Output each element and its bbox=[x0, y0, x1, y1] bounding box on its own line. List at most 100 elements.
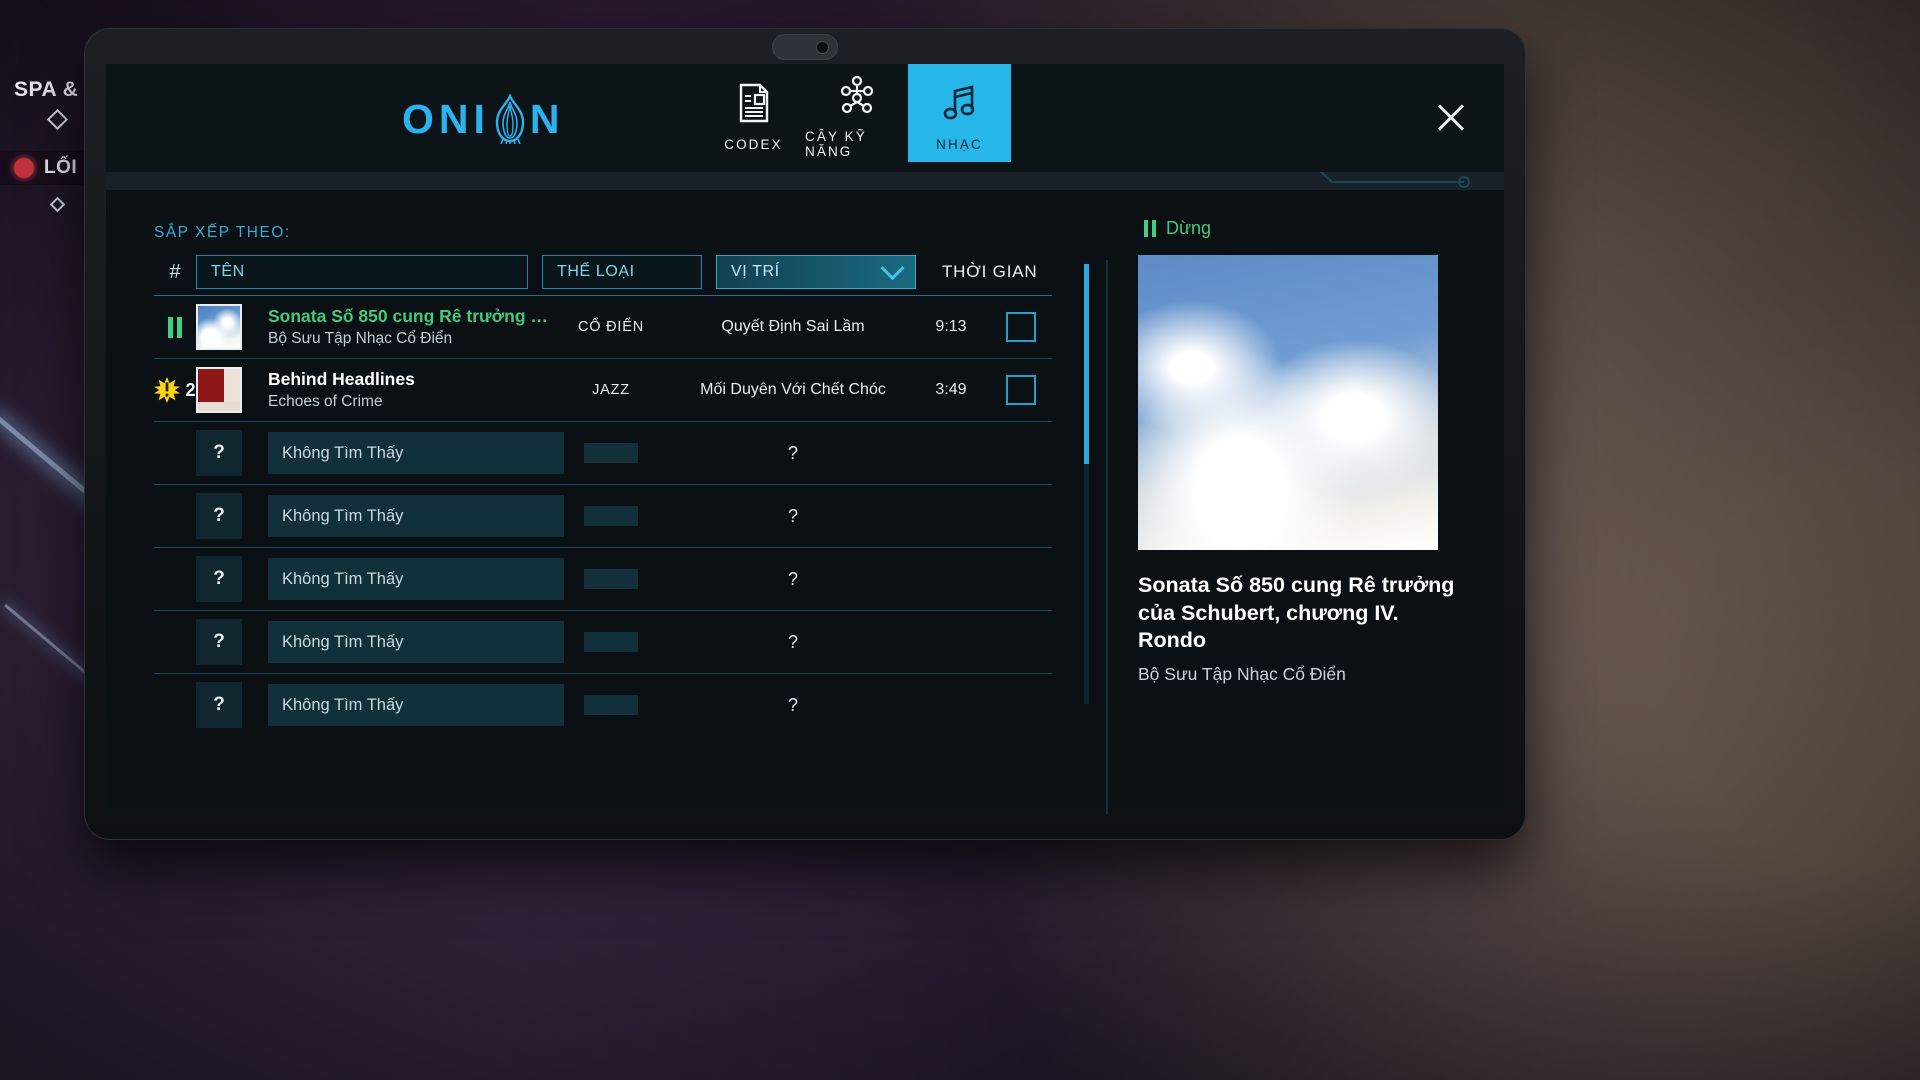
track-location-cell: Mối Duyên Với Chết Chóc bbox=[674, 381, 912, 399]
tab-music-label: NHẠC bbox=[936, 136, 983, 152]
hud-marker-icon bbox=[14, 158, 34, 178]
track-checkbox-cell bbox=[990, 312, 1052, 342]
app-body: SẮP XẾP THEO: # TÊN THỂ LOẠI VỊ TRÍ THỜI… bbox=[106, 190, 1504, 814]
track-genre: JAZZ bbox=[592, 382, 630, 398]
locked-genre-placeholder bbox=[584, 695, 638, 715]
locked-location: ? bbox=[787, 442, 798, 463]
app-header: ONI N CODEX CÂY KỸ NĂNG NHẠC bbox=[106, 64, 1504, 172]
locked-genre-placeholder bbox=[584, 632, 638, 652]
logo-text-right: N bbox=[529, 95, 565, 142]
locked-location: ? bbox=[787, 568, 798, 589]
list-item: ? Không Tìm Thấy ? bbox=[154, 610, 1052, 673]
track-title-cell: Sonata Số 850 cung Rê trưởng c... Bộ Sưu… bbox=[258, 306, 548, 348]
locked-index-cell: ? bbox=[196, 493, 258, 539]
tab-music[interactable]: NHẠC bbox=[908, 64, 1011, 162]
locked-title: Không Tìm Thấy bbox=[268, 684, 564, 726]
track-checkbox-cell bbox=[990, 375, 1052, 405]
hud-objective-label: LỐI bbox=[44, 157, 78, 178]
locked-genre-cell bbox=[548, 506, 674, 526]
sort-button-location-label: VỊ TRÍ bbox=[731, 263, 780, 280]
locked-genre-placeholder bbox=[584, 506, 638, 526]
locked-index-cell: ? bbox=[196, 619, 258, 665]
close-icon[interactable] bbox=[1434, 100, 1468, 134]
track-genre-cell: JAZZ bbox=[548, 381, 674, 399]
sort-button-genre-label: THỂ LOẠI bbox=[557, 263, 635, 280]
locked-location-cell: ? bbox=[674, 506, 912, 527]
list-item: ? Không Tìm Thấy ? bbox=[154, 547, 1052, 610]
track-state[interactable] bbox=[154, 316, 196, 338]
track-location: Mối Duyên Với Chết Chóc bbox=[700, 381, 886, 398]
locked-index-cell: ? bbox=[196, 682, 258, 728]
now-playing-cover bbox=[1138, 255, 1438, 550]
locked-index: ? bbox=[196, 619, 242, 665]
tab-skill-tree-label: CÂY KỸ NĂNG bbox=[805, 129, 867, 159]
logo-text-left: ONI bbox=[402, 95, 490, 142]
table-row[interactable]: Sonata Số 850 cung Rê trưởng c... Bộ Sưu… bbox=[154, 295, 1052, 358]
chevron-down-icon bbox=[880, 255, 905, 280]
pause-icon bbox=[168, 316, 182, 338]
list-item: ? Không Tìm Thấy ? bbox=[154, 484, 1052, 547]
track-checkbox[interactable] bbox=[1006, 312, 1036, 342]
locked-index: ? bbox=[196, 493, 242, 539]
skill-tree-icon bbox=[838, 75, 876, 120]
tab-codex[interactable]: CODEX bbox=[702, 64, 805, 162]
locked-genre-cell bbox=[548, 569, 674, 589]
track-time: 9:13 bbox=[935, 318, 967, 335]
locked-index-cell: ? bbox=[196, 430, 258, 476]
locked-index: ? bbox=[196, 556, 242, 602]
document-icon bbox=[737, 83, 771, 128]
sort-button-genre[interactable]: THỂ LOẠI bbox=[542, 255, 702, 289]
track-artist: Echoes of Crime bbox=[268, 393, 383, 410]
now-playing-title: Sonata Số 850 cung Rê trưởng của Schuber… bbox=[1138, 573, 1455, 653]
locked-genre-placeholder bbox=[584, 569, 638, 589]
locked-location: ? bbox=[787, 694, 798, 715]
locked-title-cell: Không Tìm Thấy bbox=[258, 621, 564, 663]
locked-title: Không Tìm Thấy bbox=[268, 432, 564, 474]
sort-button-name[interactable]: TÊN bbox=[196, 255, 528, 289]
locked-location: ? bbox=[787, 505, 798, 526]
tablet-device: ONI N CODEX CÂY KỸ NĂNG NHẠC SẮP XẾP THE… bbox=[84, 28, 1526, 840]
sort-button-name-label: TÊN bbox=[211, 263, 245, 280]
music-list-pane: SẮP XẾP THEO: # TÊN THỂ LOẠI VỊ TRÍ THỜI… bbox=[106, 190, 1106, 814]
track-location: Quyết Định Sai Lầm bbox=[721, 318, 865, 335]
locked-genre-cell bbox=[548, 695, 674, 715]
index-column-header: # bbox=[169, 260, 181, 283]
tab-skill-tree[interactable]: CÂY KỸ NĂNG bbox=[805, 64, 908, 162]
locked-title: Không Tìm Thấy bbox=[268, 621, 564, 663]
locked-location-cell: ? bbox=[674, 632, 912, 653]
track-list: Sonata Số 850 cung Rê trưởng c... Bộ Sưu… bbox=[154, 295, 1052, 736]
locked-location-cell: ? bbox=[674, 443, 912, 464]
locked-title-cell: Không Tìm Thấy bbox=[258, 495, 564, 537]
playback-status-text: Dừng bbox=[1166, 218, 1212, 238]
track-artwork bbox=[196, 367, 258, 413]
locked-index: ? bbox=[196, 682, 242, 728]
locked-location: ? bbox=[787, 631, 798, 652]
track-artwork bbox=[196, 304, 258, 350]
new-starburst-icon bbox=[154, 377, 181, 403]
locked-title-cell: Không Tìm Thấy bbox=[258, 684, 564, 726]
table-row[interactable]: 2 Behind Headlines Echoes of Crime JAZZ bbox=[154, 358, 1052, 421]
locked-genre-placeholder bbox=[584, 443, 638, 463]
locked-location-cell: ? bbox=[674, 569, 912, 590]
track-genre-cell: CỔ ĐIỂN bbox=[548, 318, 674, 336]
track-title-cell: Behind Headlines Echoes of Crime bbox=[258, 369, 548, 411]
tablet-screen: ONI N CODEX CÂY KỸ NĂNG NHẠC SẮP XẾP THE… bbox=[106, 64, 1504, 814]
list-item: ? Không Tìm Thấy ? bbox=[154, 673, 1052, 736]
track-time-cell: 9:13 bbox=[912, 318, 990, 336]
onion-icon bbox=[491, 92, 529, 145]
locked-genre-cell bbox=[548, 443, 674, 463]
camera-lens-icon bbox=[816, 40, 829, 54]
track-genre: CỔ ĐIỂN bbox=[577, 319, 645, 335]
album-art-red bbox=[196, 367, 242, 413]
locked-index: ? bbox=[196, 430, 242, 476]
track-checkbox[interactable] bbox=[1006, 375, 1036, 405]
app-logo: ONI N bbox=[402, 92, 565, 145]
list-item: ? Không Tìm Thấy ? bbox=[154, 421, 1052, 484]
locked-title: Không Tìm Thấy bbox=[268, 495, 564, 537]
track-state: 2 bbox=[154, 377, 196, 403]
album-art-wave bbox=[196, 304, 242, 350]
music-note-icon bbox=[943, 83, 977, 128]
locked-location-cell: ? bbox=[674, 695, 912, 716]
sort-button-location[interactable]: VỊ TRÍ bbox=[716, 255, 916, 289]
hud-diamond-icon bbox=[46, 108, 69, 131]
